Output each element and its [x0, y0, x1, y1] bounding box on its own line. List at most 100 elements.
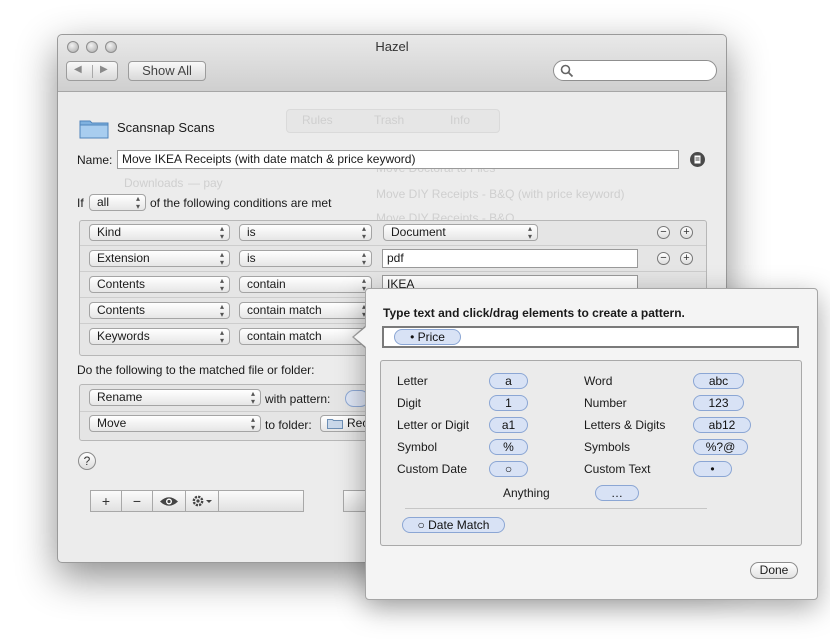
condition-attribute: Kind: [97, 225, 122, 239]
condition-value: Document: [391, 225, 446, 239]
faded-tab-trash: Trash: [374, 113, 405, 127]
remove-condition-button[interactable]: −: [657, 252, 670, 265]
chevron-updown-icon: ▴ ▾: [219, 250, 224, 267]
condition-attribute-popup[interactable]: Contents ▴ ▾: [89, 276, 230, 293]
chevron-updown-icon: ▴ ▾: [361, 250, 366, 267]
action-value: Rename: [97, 390, 143, 404]
action-connector: to folder:: [265, 418, 312, 432]
custom-date-token[interactable]: ○: [489, 461, 528, 477]
element-label: Number: [584, 396, 627, 410]
letters-digits-token[interactable]: ab12: [693, 417, 751, 433]
letter-or-digit-token[interactable]: a1: [489, 417, 528, 433]
condition-operator-popup[interactable]: contain ▴ ▾: [239, 276, 372, 293]
faded-rule-item: Move DIY Receipts - B&Q (with price keyw…: [376, 187, 625, 201]
condition-attribute-popup[interactable]: Extension ▴ ▾: [89, 250, 230, 267]
search-icon: [560, 64, 574, 78]
folder-icon: [79, 120, 109, 139]
pattern-field[interactable]: • Price: [382, 326, 799, 348]
letter-token[interactable]: a: [489, 373, 528, 389]
condition-attribute-popup[interactable]: Contents ▴ ▾: [89, 302, 230, 319]
condition-attribute: Contents: [97, 277, 146, 291]
window-title: Hazel: [375, 39, 409, 54]
forward-button[interactable]: ▶: [100, 64, 108, 75]
back-button[interactable]: ◀: [74, 64, 82, 75]
chevron-updown-icon: ▴ ▾: [250, 415, 255, 432]
search-input[interactable]: [553, 60, 717, 81]
back-forward-control: ◀ ▶: [66, 61, 118, 81]
help-button[interactable]: ?: [78, 452, 96, 470]
rules-toolbar: + −: [90, 490, 304, 512]
add-condition-button[interactable]: +: [680, 226, 693, 239]
add-rule-button[interactable]: +: [91, 491, 122, 511]
settings-menu-button[interactable]: [186, 491, 219, 511]
add-condition-button[interactable]: +: [680, 252, 693, 265]
chevron-updown-icon: ▴ ▾: [219, 224, 224, 241]
chevron-updown-icon: ▴ ▾: [361, 224, 366, 241]
price-token[interactable]: • Price: [394, 329, 461, 345]
folder-icon: [327, 419, 343, 429]
chevron-updown-icon: ▴ ▾: [219, 328, 224, 345]
target-folder-popup[interactable]: Rec: [320, 415, 370, 432]
custom-text-token[interactable]: •: [693, 461, 732, 477]
actions-label: Do the following to the matched file or …: [77, 363, 315, 377]
popover-instruction: Type text and click/drag elements to cre…: [383, 306, 685, 320]
rule-name-field[interactable]: Move IKEA Receipts (with date match & pr…: [117, 150, 679, 169]
element-label: Digit: [397, 396, 422, 410]
anything-token[interactable]: …: [595, 485, 639, 501]
if-label: If: [77, 196, 84, 210]
faded-folder-item: Downloads: [124, 176, 184, 190]
digit-token[interactable]: 1: [489, 395, 528, 411]
remove-condition-button[interactable]: −: [657, 226, 670, 239]
pattern-popover: Type text and click/drag elements to cre…: [365, 288, 818, 600]
date-match-token[interactable]: ○ Date Match: [402, 517, 505, 533]
condition-operator-popup[interactable]: is ▴ ▾: [239, 250, 372, 267]
action-connector: with pattern:: [265, 392, 331, 406]
element-label: Letter: [397, 374, 428, 388]
condition-attribute: Contents: [97, 303, 146, 317]
number-token[interactable]: 123: [693, 395, 744, 411]
condition-value-field[interactable]: pdf: [382, 249, 638, 268]
element-label: Letters & Digits: [584, 418, 666, 432]
name-label: Name:: [77, 153, 113, 167]
action-popup[interactable]: Rename ▴ ▾: [89, 389, 261, 406]
show-all-button[interactable]: Show All: [128, 61, 206, 81]
word-token[interactable]: abc: [693, 373, 744, 389]
preview-button[interactable]: [153, 491, 186, 511]
faded-folder-item-suffix: — pay: [188, 176, 223, 190]
match-mode-value: all: [97, 195, 110, 209]
symbol-token[interactable]: %: [489, 439, 528, 455]
condition-attribute-popup[interactable]: Kind ▴ ▾: [89, 224, 230, 241]
element-label: Custom Date: [397, 462, 468, 476]
conditions-label: of the following conditions are met: [150, 196, 332, 210]
remove-rule-button[interactable]: −: [122, 491, 153, 511]
condition-operator: is: [247, 251, 256, 265]
chevron-updown-icon: ▴ ▾: [135, 194, 140, 211]
popover-arrow-fill: [354, 327, 366, 347]
element-label: Custom Text: [584, 462, 651, 476]
chevron-updown-icon: ▴ ▾: [250, 389, 255, 406]
chevron-updown-icon: ▴ ▾: [219, 276, 224, 293]
done-button[interactable]: Done: [750, 562, 798, 579]
condition-operator-popup[interactable]: contain match ▴ ▾: [239, 302, 372, 319]
eye-icon: [160, 497, 178, 506]
condition-attribute: Keywords: [97, 329, 150, 343]
folder-name: Scansnap Scans: [117, 120, 215, 135]
condition-operator-popup[interactable]: is ▴ ▾: [239, 224, 372, 241]
condition-operator: is: [247, 225, 256, 239]
condition-operator: contain match: [247, 329, 322, 343]
condition-operator: contain match: [247, 303, 322, 317]
faded-tab-info: Info: [450, 113, 471, 127]
gear-icon: [192, 495, 212, 507]
condition-operator: contain: [247, 277, 286, 291]
condition-attribute-popup[interactable]: Keywords ▴ ▾: [89, 328, 230, 345]
document-icon[interactable]: [690, 152, 705, 167]
action-popup[interactable]: Move ▴ ▾: [89, 415, 261, 432]
symbols-token[interactable]: %?@: [693, 439, 748, 455]
element-label: Word: [584, 374, 613, 388]
condition-value-popup[interactable]: Document ▴ ▾: [383, 224, 538, 241]
element-label: Symbols: [584, 440, 631, 454]
chevron-updown-icon: ▴ ▾: [527, 224, 532, 241]
pattern-elements-box: Letter a Digit 1 Letter or Digit a1 Symb…: [380, 360, 802, 546]
title-bar: Hazel ◀ ▶ Show All: [58, 35, 726, 92]
match-mode-popup[interactable]: all ▴ ▾: [89, 194, 146, 211]
